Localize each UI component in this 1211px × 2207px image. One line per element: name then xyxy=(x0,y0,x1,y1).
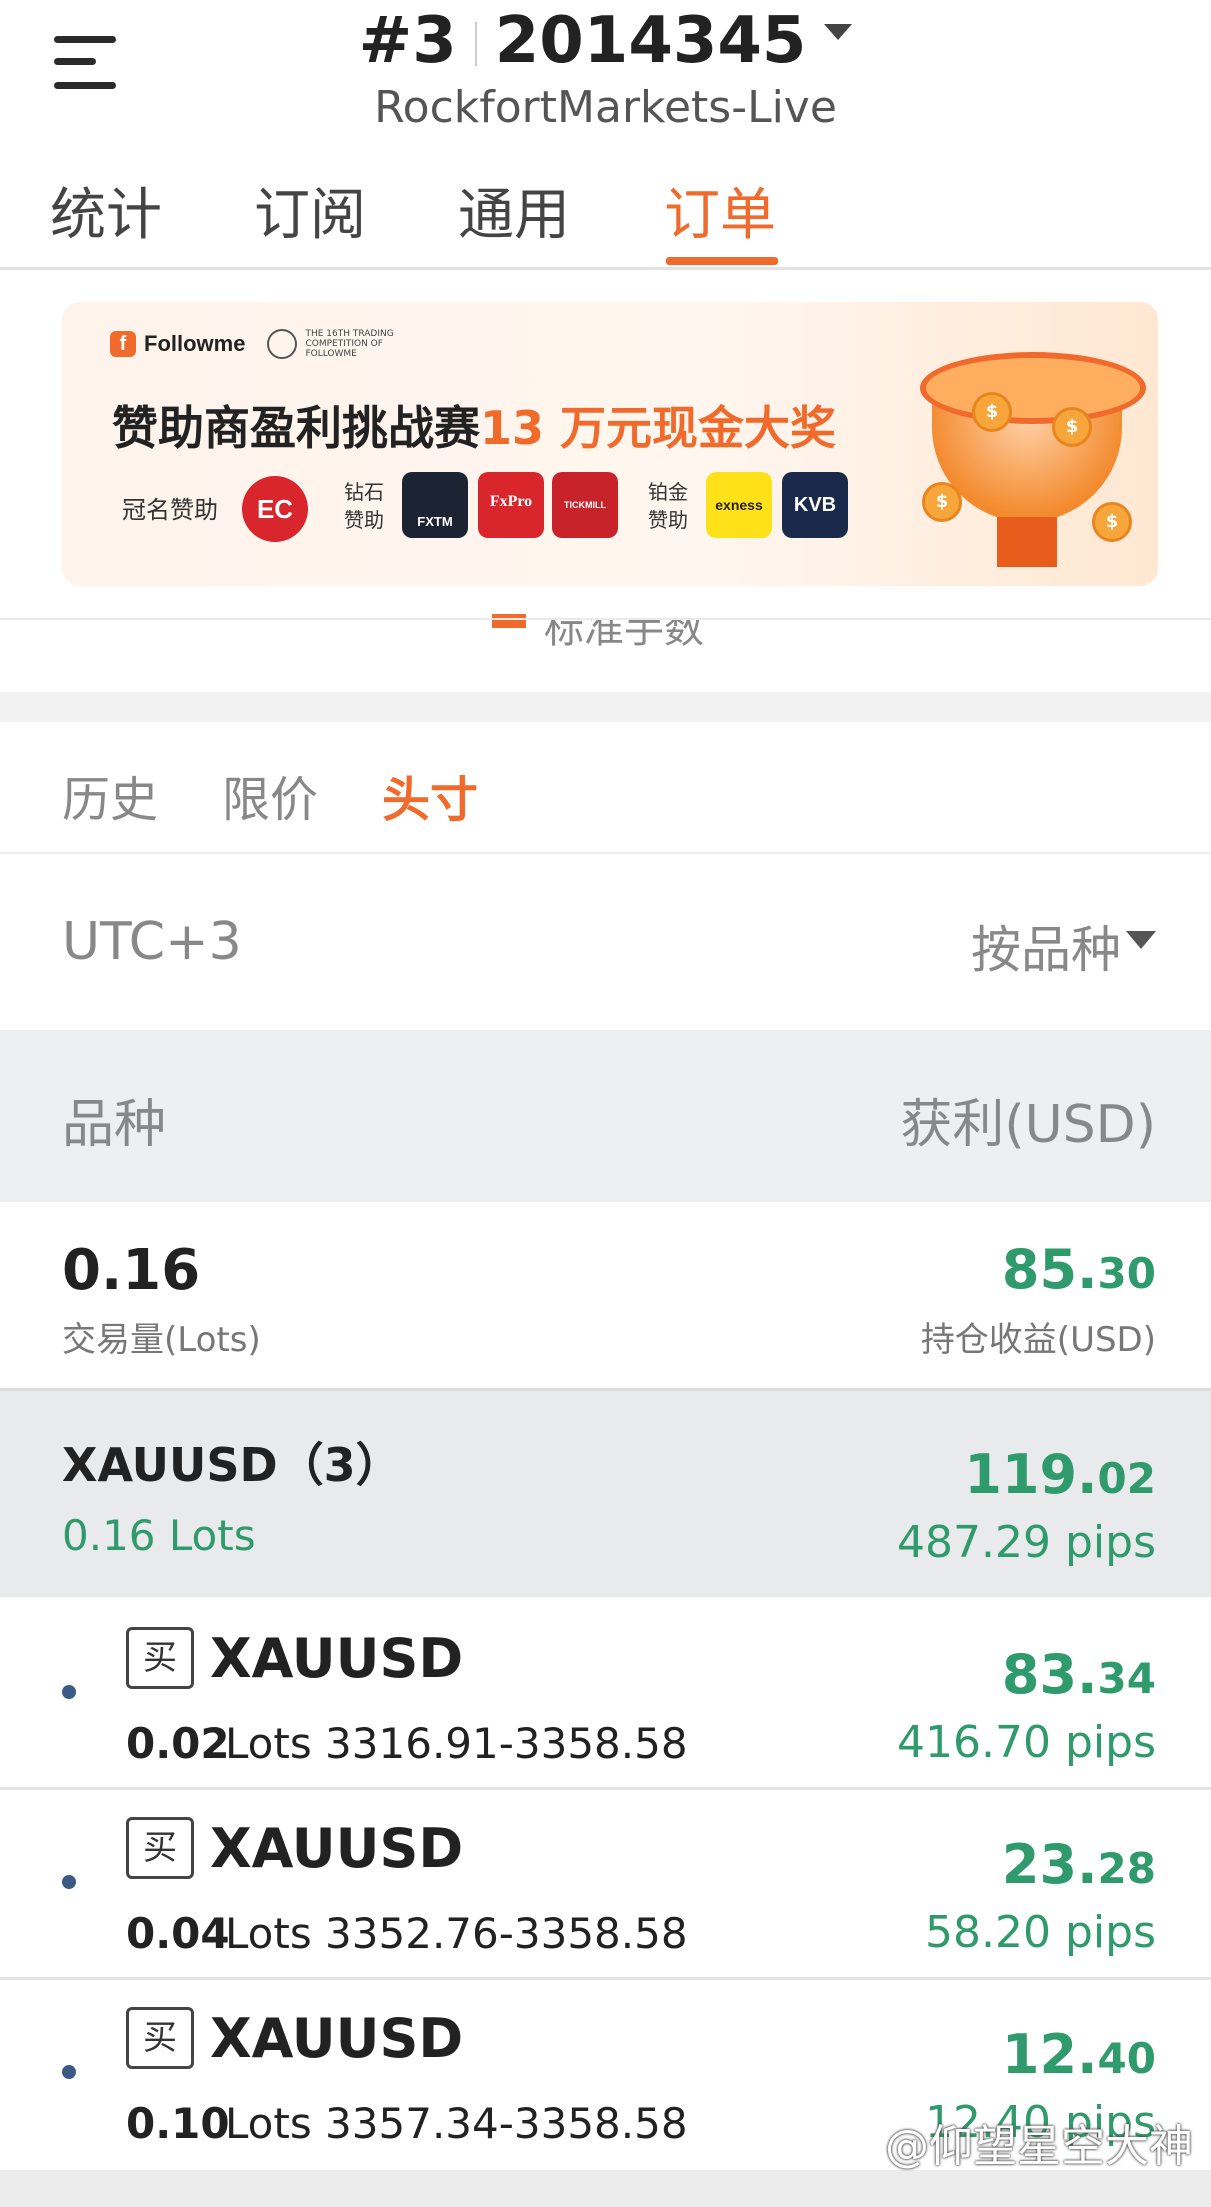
legend-swatch xyxy=(492,614,526,628)
followme-logo-icon: f xyxy=(110,331,136,357)
position-price-range: Lots 3357.34-3358.58 xyxy=(225,2099,688,2148)
tickmill-logo: TICKMILL xyxy=(552,472,618,538)
diamond-sponsor-label: 钻石 赞助 xyxy=(344,478,384,534)
group-symbol: XAUUSD（3） xyxy=(62,1438,402,1492)
competition-caption: THE 16TH TRADING COMPETITION OF FOLLOWME xyxy=(305,329,394,359)
fxtm-logo: FXTM xyxy=(402,472,468,538)
ec-sponsor-logo: EC xyxy=(242,476,308,542)
position-symbol: XAUUSD xyxy=(210,1817,464,1880)
divider xyxy=(0,618,1211,620)
bullet-icon xyxy=(62,1685,76,1699)
account-index: #3 xyxy=(358,4,457,78)
position-profit-dec: 40 xyxy=(1097,2034,1156,2083)
table-header: 品种 获利(USD) xyxy=(0,1030,1211,1202)
promo-banner[interactable]: f Followme THE 16TH TRADING COMPETITION … xyxy=(62,302,1158,586)
title-sponsor-label: 冠名赞助 xyxy=(122,496,218,524)
account-number: 2014345 xyxy=(494,4,807,78)
position-row[interactable]: 买 XAUUSD 0.04 Lots 3352.76-3358.58 23.28… xyxy=(0,1787,1211,1980)
platinum-label-line2: 赞助 xyxy=(648,508,688,532)
total-lots: 0.16 xyxy=(62,1238,201,1303)
buy-badge: 买 xyxy=(126,1627,194,1689)
position-profit-dec: 28 xyxy=(1097,1844,1156,1893)
group-profit-dec: 02 xyxy=(1097,1454,1156,1503)
banner-title-prize: 13 万元现金大奖 xyxy=(480,401,837,455)
position-row[interactable]: 买 XAUUSD 0.02 Lots 3316.91-3358.58 83.34… xyxy=(0,1597,1211,1790)
tab-history[interactable]: 历史 xyxy=(62,760,158,830)
position-lots: 0.04 xyxy=(126,1909,230,1958)
kvb-logo: KVB xyxy=(782,472,848,538)
floating-profit-label: 持仓收益(USD) xyxy=(920,1320,1156,1360)
bottom-bar xyxy=(0,2170,1211,2207)
symbol-group-row[interactable]: XAUUSD（3） 0.16 Lots 119.02 487.29 pips xyxy=(0,1388,1211,1597)
total-lots-label: 交易量(Lots) xyxy=(62,1320,261,1360)
active-tab-indicator xyxy=(666,257,778,265)
tab-stats[interactable]: 统计 xyxy=(50,170,162,251)
globe-icon xyxy=(267,329,298,359)
position-profit: 83.34 xyxy=(1002,1643,1156,1706)
tab-subscriptions[interactable]: 订阅 xyxy=(254,170,366,251)
floating-profit-int: 85. xyxy=(1001,1238,1098,1301)
position-profit-int: 12. xyxy=(1001,2023,1098,2086)
position-symbol: XAUUSD xyxy=(210,1627,464,1690)
position-profit: 12.40 xyxy=(1002,2023,1156,2086)
position-symbol: XAUUSD xyxy=(210,2007,464,2070)
position-pips: 58.20 pips xyxy=(925,1907,1156,1958)
tab-positions[interactable]: 头寸 xyxy=(382,760,478,830)
followme-brand: Followme xyxy=(144,331,246,356)
trophy-cup-illustration: $ $ $ $ xyxy=(902,332,1146,572)
floating-profit: 85.30 xyxy=(1002,1238,1156,1301)
account-selector[interactable]: #3 2014345 xyxy=(0,4,1211,78)
diamond-label-line2: 赞助 xyxy=(344,508,384,532)
followme-logo: f Followme THE 16TH TRADING COMPETITION … xyxy=(110,324,415,364)
timezone-label: UTC+3 xyxy=(62,912,242,972)
profit-column-header: 获利(USD) xyxy=(900,1095,1156,1155)
position-price-range: Lots 3352.76-3358.58 xyxy=(225,1909,688,1958)
position-profit-dec: 34 xyxy=(1097,1654,1156,1703)
symbol-column-header: 品种 xyxy=(62,1095,167,1155)
group-lots: 0.16 Lots xyxy=(62,1511,256,1560)
bullet-icon xyxy=(62,2065,76,2079)
position-price-range: Lots 3316.91-3358.58 xyxy=(225,1719,688,1768)
group-profit-int: 119. xyxy=(964,1443,1098,1506)
position-profit: 23.28 xyxy=(1002,1833,1156,1896)
section-gap xyxy=(0,692,1211,722)
tab-general[interactable]: 通用 xyxy=(458,170,570,251)
divider xyxy=(0,267,1211,270)
position-lots: 0.10 xyxy=(126,2099,230,2148)
server-name: RockfortMarkets-Live xyxy=(374,82,837,133)
buy-badge: 买 xyxy=(126,2007,194,2069)
platinum-label-line1: 铂金 xyxy=(648,480,688,504)
fxpro-logo: FxPro xyxy=(478,472,544,538)
group-profit: 119.02 xyxy=(964,1443,1156,1506)
banner-title: 赞助商盈利挑战赛13 万元现金大奖 xyxy=(112,392,836,458)
main-tabs: 统计 订阅 通用 订单 xyxy=(0,160,1211,270)
bullet-icon xyxy=(62,1875,76,1889)
chevron-down-icon[interactable] xyxy=(1126,931,1156,949)
group-by-dropdown[interactable]: 按品种 xyxy=(971,910,1121,982)
tab-orders[interactable]: 订单 xyxy=(664,170,776,251)
banner-title-main: 赞助商盈利挑战赛 xyxy=(112,401,480,455)
diamond-label-line1: 钻石 xyxy=(344,480,384,504)
position-profit-int: 23. xyxy=(1001,1833,1098,1896)
group-pips: 487.29 pips xyxy=(897,1517,1156,1568)
platinum-sponsor-label: 铂金 赞助 xyxy=(648,478,688,534)
divider xyxy=(0,852,1211,854)
position-profit-int: 83. xyxy=(1001,1643,1098,1706)
chevron-down-icon xyxy=(824,24,853,41)
tab-limit[interactable]: 限价 xyxy=(222,760,318,830)
legend-label: 标准手数 xyxy=(544,606,704,652)
buy-badge: 买 xyxy=(126,1817,194,1879)
watermark: @仰望星空大神 xyxy=(885,2121,1193,2172)
position-pips: 416.70 pips xyxy=(897,1717,1156,1768)
position-lots: 0.02 xyxy=(126,1719,230,1768)
exness-logo: exness xyxy=(706,472,772,538)
floating-profit-dec: 30 xyxy=(1097,1249,1156,1298)
